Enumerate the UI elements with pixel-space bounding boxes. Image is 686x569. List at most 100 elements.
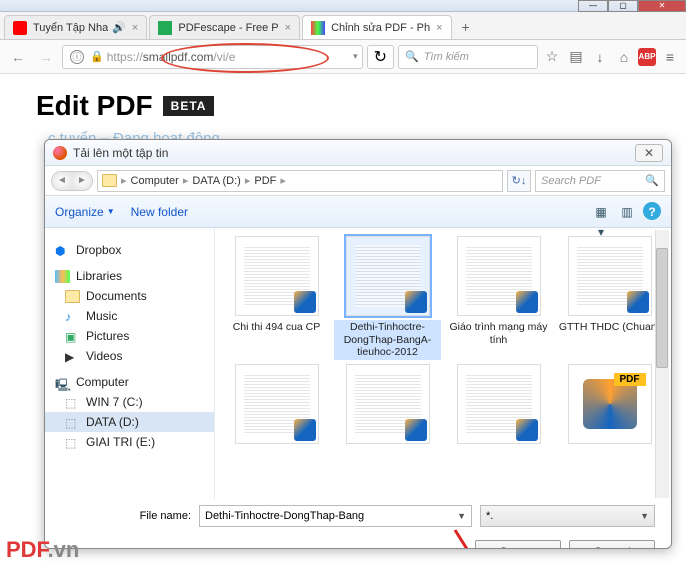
file-item[interactable]: Giáo trình mạng máy tính	[445, 236, 552, 360]
back-button[interactable]: ←	[6, 45, 30, 69]
file-item[interactable]: PDF	[556, 364, 663, 448]
music-icon: ♪	[65, 310, 80, 323]
chevron-down-icon[interactable]: ▾	[353, 51, 358, 62]
close-icon[interactable]: ×	[285, 22, 291, 34]
foxit-icon	[583, 379, 637, 429]
pictures-icon: ▣	[65, 330, 80, 343]
file-item[interactable]: Chi thi 494 cua CP	[223, 236, 330, 360]
filename-input[interactable]: Dethi-Tinhoctre-DongThap-Bang▼	[199, 505, 472, 527]
site-info-icon[interactable]: ⓘ	[70, 50, 84, 64]
window-close[interactable]: ✕	[638, 0, 686, 12]
nav-back-forward[interactable]: ◄ ►	[51, 171, 93, 191]
browser-tab-smallpdf[interactable]: Chỉnh sửa PDF - Ph ×	[302, 15, 452, 39]
preview-pane-button[interactable]: ▥	[617, 202, 637, 222]
nav-drive-d[interactable]: ⬚DATA (D:)	[45, 412, 214, 432]
file-item[interactable]	[445, 364, 552, 448]
page-title: Edit PDF BETA	[36, 90, 686, 122]
open-button[interactable]: Open▼	[475, 540, 561, 549]
bookmark-star-icon[interactable]: ☆	[542, 48, 562, 65]
dialog-titlebar[interactable]: Tải lên một tập tin ✕	[45, 140, 671, 166]
close-icon[interactable]: ×	[132, 22, 138, 34]
chevron-down-icon[interactable]: ▼	[640, 511, 649, 521]
tab-label: PDFescape - Free P	[178, 22, 278, 34]
view-options-button[interactable]: ▦ ▾	[591, 202, 611, 222]
cancel-button[interactable]: Cancel	[569, 540, 655, 549]
filetype-select[interactable]: *.▼	[480, 505, 655, 527]
search-input[interactable]: 🔍 Tìm kiếm	[398, 45, 538, 69]
crumb-folder[interactable]: PDF	[254, 175, 276, 187]
window-maximize[interactable]: ▢	[608, 0, 638, 12]
new-tab-button[interactable]: +	[454, 19, 478, 39]
dialog-buttons: Open▼ Cancel	[45, 532, 671, 549]
nav-videos[interactable]: ▶Videos	[45, 346, 214, 366]
nav-libraries[interactable]: Libraries	[45, 266, 214, 286]
scrollbar-thumb[interactable]	[656, 248, 668, 368]
nav-computer[interactable]: 🖳Computer	[45, 372, 214, 392]
computer-icon: 🖳	[55, 376, 70, 389]
crumb-drive[interactable]: DATA (D:)	[192, 175, 240, 187]
chevron-down-icon[interactable]: ▼	[457, 511, 466, 521]
folder-icon	[102, 174, 117, 187]
downloads-icon[interactable]: ↓	[590, 49, 610, 65]
help-icon[interactable]: ?	[643, 202, 661, 220]
close-icon[interactable]: ×	[436, 22, 442, 34]
nav-drive-e[interactable]: ⬚GIAI TRI (E:)	[45, 432, 214, 452]
menu-icon[interactable]: ≡	[660, 49, 680, 65]
drive-icon: ⬚	[65, 436, 80, 449]
nav-pictures[interactable]: ▣Pictures	[45, 326, 214, 346]
forward-button[interactable]: →	[34, 45, 58, 69]
url-host: smallpdf.com	[143, 50, 214, 64]
file-item-selected[interactable]: Dethi-Tinhoctre-DongThap-BangA-tieuhoc-2…	[334, 236, 441, 360]
tab-label: Chỉnh sửa PDF - Ph	[331, 22, 430, 34]
pdfescape-icon	[158, 21, 172, 35]
pocket-icon[interactable]: ▤	[566, 48, 586, 65]
folder-search-input[interactable]: Search PDF 🔍	[535, 170, 665, 192]
url-scheme: https://	[107, 50, 143, 64]
foxit-icon	[294, 291, 316, 313]
breadcrumb-bar: ◄ ► ▸ Computer ▸ DATA (D:) ▸ PDF ▸ ↻↓ Se…	[45, 166, 671, 196]
crumb-computer[interactable]: Computer	[131, 175, 179, 187]
home-icon[interactable]: ⌂	[614, 49, 634, 65]
dialog-close-button[interactable]: ✕	[635, 144, 663, 162]
nav-music[interactable]: ♪Music	[45, 306, 214, 326]
dropbox-icon: ⬢	[55, 244, 70, 257]
sep: ▸	[280, 174, 286, 187]
refresh-button[interactable]: ↻↓	[507, 170, 531, 192]
search-icon: 🔍	[405, 50, 419, 63]
file-item[interactable]	[223, 364, 330, 448]
forward-icon[interactable]: ►	[72, 172, 92, 190]
address-bar[interactable]: ⓘ 🔒 https://smallpdf.com/vi/e ▾	[62, 45, 363, 69]
libraries-icon	[55, 270, 70, 283]
file-item[interactable]: GTTH THDC (Chuan)	[556, 236, 663, 360]
adblock-icon[interactable]: ABP	[638, 48, 656, 66]
filename-label: File name:	[61, 510, 191, 522]
browser-tab-pdfescape[interactable]: PDFescape - Free P ×	[149, 15, 300, 39]
watermark: PDF.vn	[6, 537, 79, 563]
title-text: Edit PDF	[36, 90, 153, 122]
organize-menu[interactable]: Organize▼	[55, 205, 115, 219]
foxit-icon	[405, 419, 427, 441]
file-label: GTTH THDC (Chuan)	[557, 320, 662, 335]
nav-dropbox[interactable]: ⬢Dropbox	[45, 240, 214, 260]
file-label: Dethi-Tinhoctre-DongThap-BangA-tieuhoc-2…	[334, 320, 441, 360]
nav-documents[interactable]: Documents	[45, 286, 214, 306]
scrollbar[interactable]	[655, 230, 669, 498]
back-icon[interactable]: ◄	[52, 172, 72, 190]
file-list: Chi thi 494 cua CP Dethi-Tinhoctre-DongT…	[215, 228, 671, 500]
drive-icon: ⬚	[65, 396, 80, 409]
breadcrumb[interactable]: ▸ Computer ▸ DATA (D:) ▸ PDF ▸	[97, 170, 503, 192]
foxit-icon	[516, 291, 538, 313]
window-minimize[interactable]: —	[578, 0, 608, 12]
search-placeholder: Tìm kiếm	[424, 51, 469, 63]
tab-label: Tuyển Tập Nha	[33, 22, 108, 34]
new-folder-button[interactable]: New folder	[131, 205, 188, 219]
file-item[interactable]	[334, 364, 441, 448]
foxit-icon	[405, 291, 427, 313]
beta-badge: BETA	[163, 96, 215, 116]
browser-tab-youtube[interactable]: Tuyển Tập Nha 🔊 ×	[4, 15, 147, 39]
firefox-icon	[53, 146, 67, 160]
file-label: Chi thi 494 cua CP	[231, 320, 323, 335]
nav-drive-c[interactable]: ⬚WIN 7 (C:)	[45, 392, 214, 412]
reload-button[interactable]: ↻	[367, 45, 394, 69]
lock-icon: 🔒	[90, 50, 104, 63]
